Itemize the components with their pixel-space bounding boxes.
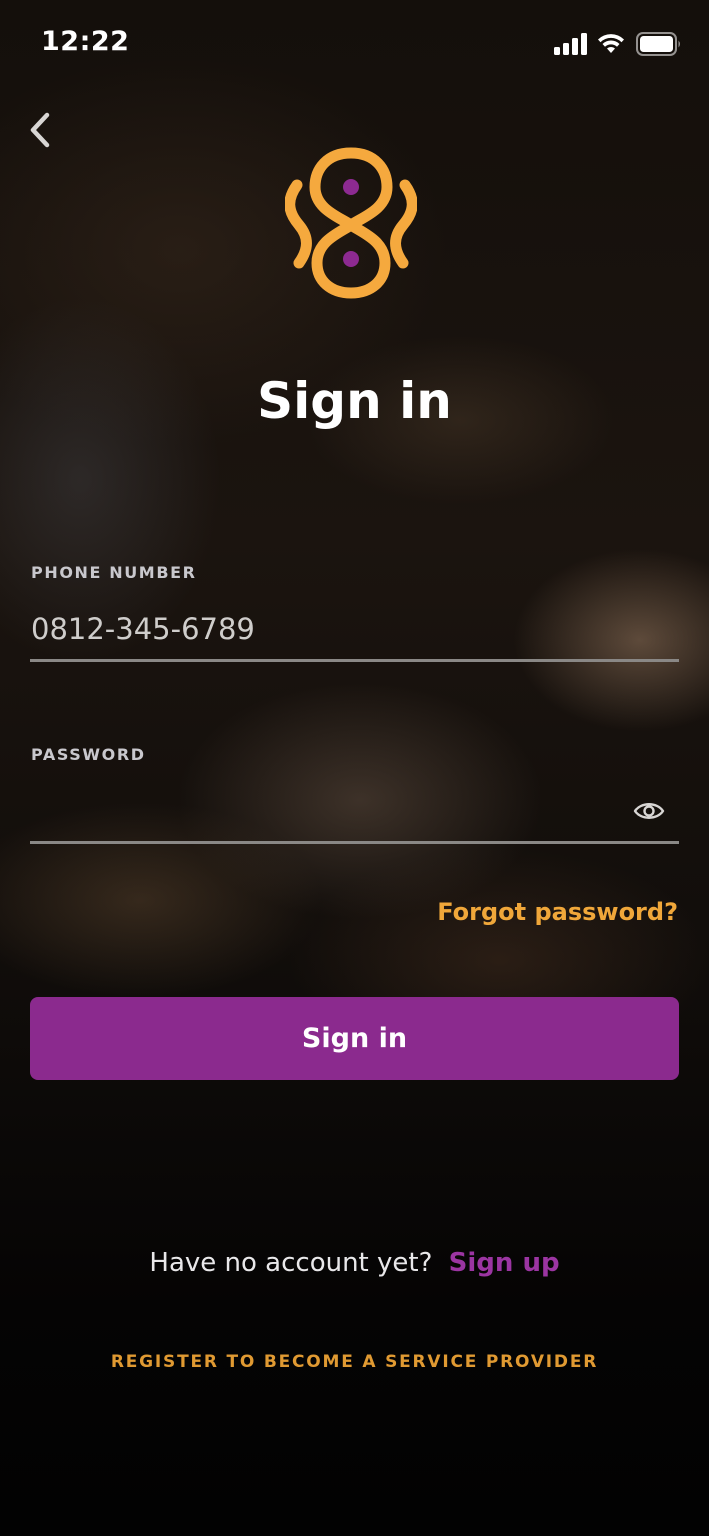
register-service-provider-link[interactable]: REGISTER TO BECOME A SERVICE PROVIDER <box>0 1352 709 1372</box>
status-time: 12:22 <box>41 26 130 57</box>
show-password-toggle[interactable] <box>630 798 668 828</box>
brand-logo <box>284 145 418 301</box>
page-title: Sign in <box>257 372 452 430</box>
password-input[interactable] <box>30 788 679 844</box>
signal-icon <box>554 33 588 60</box>
phone-number-input[interactable] <box>30 606 679 662</box>
back-button[interactable] <box>22 112 58 152</box>
phone-number-label: PHONE NUMBER <box>31 563 197 582</box>
password-label: PASSWORD <box>31 745 146 764</box>
eye-icon <box>633 800 665 827</box>
signup-prompt: Have no account yet? <box>149 1248 433 1278</box>
status-bar: 12:22 <box>0 0 709 88</box>
forgot-password-link[interactable]: Forgot password? <box>437 898 678 926</box>
signup-row: Have no account yet? Sign up <box>0 1248 709 1278</box>
battery-icon <box>636 32 682 61</box>
sign-up-link[interactable]: Sign up <box>449 1248 560 1278</box>
wifi-icon <box>596 31 626 60</box>
sign-in-button[interactable]: Sign in <box>30 997 679 1080</box>
chevron-left-icon <box>28 111 52 154</box>
